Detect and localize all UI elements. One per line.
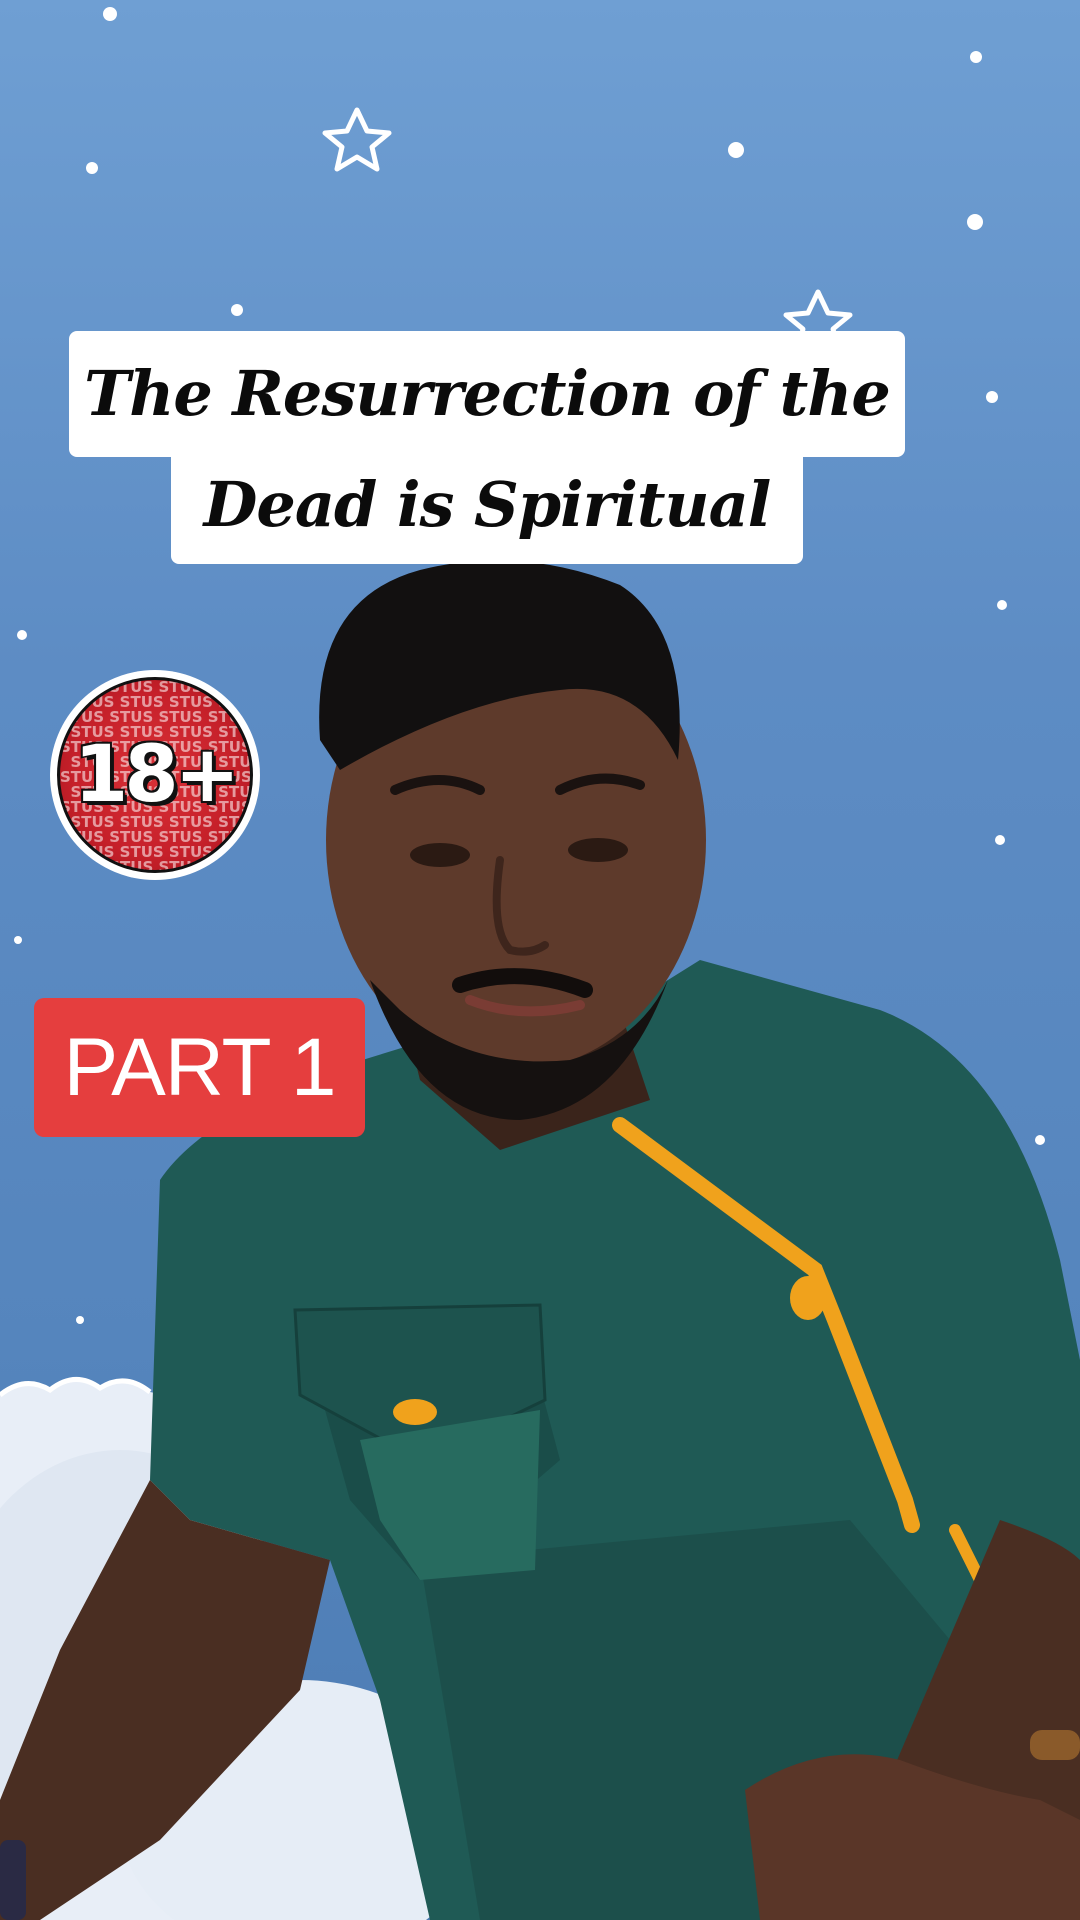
- part-label: PART 1: [34, 998, 365, 1137]
- age-rating-badge: STUS STUS STUS STUS STUS STUS STUS STUS …: [50, 670, 260, 880]
- caption-line-2-text: Dead is Spiritual: [203, 468, 772, 541]
- video-frame: The Resurrection of the Dead is Spiritua…: [0, 0, 1080, 1920]
- caption-line-1: The Resurrection of the: [69, 331, 905, 457]
- star-icon: [322, 107, 392, 172]
- part-label-text: PART 1: [63, 1021, 336, 1113]
- caption-line-2: Dead is Spiritual: [171, 446, 803, 564]
- background-scene: [0, 7, 1080, 1920]
- age-rating-badge-inner: STUS STUS STUS STUS STUS STUS STUS STUS …: [57, 677, 253, 873]
- caption-line-1-text: The Resurrection of the: [84, 357, 891, 430]
- age-rating-text: 18+: [74, 730, 240, 820]
